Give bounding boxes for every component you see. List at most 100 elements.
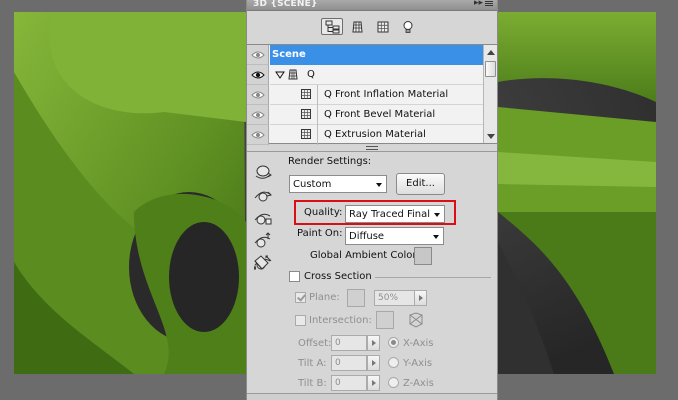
flip-cross-section-icon[interactable] [407, 311, 425, 329]
plane-checkbox[interactable] [295, 292, 306, 303]
pane-resize-handle[interactable] [247, 145, 497, 152]
tree-item-q[interactable]: Q [247, 65, 483, 85]
visibility-toggle[interactable] [247, 85, 269, 105]
plane-opacity-value: 50% [378, 293, 399, 303]
object-drag-tool-icon[interactable] [253, 208, 273, 226]
tree-scrollbar[interactable] [483, 45, 497, 143]
tilt-b-stepper[interactable] [367, 375, 380, 391]
offset-label: Offset: [298, 338, 332, 349]
material-row-box: Q Extrusion Material [317, 125, 483, 145]
expand-triangle-icon[interactable] [275, 71, 285, 79]
tree-item-label: Q [307, 69, 315, 80]
panel-title: 3D {SCENE} [253, 0, 318, 9]
tilt-b-field[interactable]: 0 [331, 375, 367, 391]
visibility-toggle[interactable] [247, 65, 269, 85]
offset-stepper[interactable] [367, 335, 380, 351]
tilt-a-stepper[interactable] [367, 355, 380, 371]
intersection-checkbox[interactable] [295, 315, 306, 326]
render-preset-dropdown[interactable]: Custom [289, 175, 387, 193]
eye-icon [251, 111, 265, 119]
paint-bucket-tool-icon[interactable] [251, 255, 271, 273]
x-axis-radio[interactable] [388, 337, 399, 348]
eye-icon [251, 71, 265, 79]
chevron-down-icon [434, 213, 440, 217]
tilt-a-field[interactable]: 0 [331, 355, 367, 371]
tilt-b-label: Tilt B: [298, 378, 327, 389]
z-axis-label: Z-Axis [403, 378, 434, 389]
material-icon [301, 109, 311, 119]
offset-value: 0 [335, 338, 341, 348]
y-axis-radio[interactable] [388, 357, 399, 368]
light-filter-button[interactable] [397, 18, 419, 35]
tree-item-material[interactable]: Q Front Bevel Material [247, 105, 483, 125]
plane-color-swatch[interactable] [347, 289, 365, 307]
panel-header: 3D {SCENE} ▸▸ [247, 0, 497, 11]
eye-icon [251, 91, 265, 99]
tree-row-content[interactable]: Q Front Inflation Material [270, 85, 483, 105]
object-roll-tool-icon[interactable] [253, 186, 273, 204]
tilt-b-value: 0 [335, 378, 341, 388]
offset-field[interactable]: 0 [331, 335, 367, 351]
eye-icon [251, 51, 265, 59]
panel-menu-icon [485, 0, 493, 6]
section-divider [375, 277, 491, 278]
scene-filter-icon [325, 20, 340, 34]
tree-item-label: Q Front Inflation Material [324, 89, 449, 100]
tree-item-material[interactable]: Q Front Inflation Material [247, 85, 483, 105]
plane-opacity-field[interactable]: 50% [374, 290, 415, 306]
paint-on-dropdown[interactable]: Diffuse [345, 227, 444, 245]
mesh-filter-button[interactable] [347, 18, 369, 35]
tree-item-scene[interactable]: Scene [247, 45, 483, 65]
scroll-up-arrow-icon[interactable] [487, 50, 495, 55]
tree-item-label: Q Extrusion Material [324, 129, 426, 140]
object-slide-tool-icon[interactable] [253, 231, 273, 249]
plane-label: Plane: [309, 292, 340, 303]
x-axis-label: X-Axis [403, 338, 434, 349]
panel-menu-button[interactable]: ▸▸ [474, 0, 493, 8]
chevron-down-icon [376, 183, 382, 187]
tree-row-content[interactable]: Scene [270, 45, 483, 65]
z-axis-radio[interactable] [388, 377, 399, 388]
visibility-toggle[interactable] [247, 45, 269, 65]
tilt-a-value: 0 [335, 358, 341, 368]
grip-icon [366, 146, 378, 150]
3d-scene-panel: 3D {SCENE} ▸▸ Scene Q Q Front Inflation … [246, 0, 498, 400]
cross-section-checkbox[interactable] [289, 271, 300, 282]
render-settings-heading: Render Settings: [288, 156, 372, 167]
material-filter-icon [377, 21, 389, 33]
tree-row-content[interactable]: Q Front Bevel Material [270, 105, 483, 125]
material-icon [301, 129, 311, 139]
mesh-filter-icon [352, 21, 363, 33]
paint-on-label: Paint On: [297, 228, 343, 239]
collapse-arrows-icon: ▸▸ [473, 0, 483, 8]
plane-opacity-stepper[interactable] [414, 290, 427, 306]
chevron-down-icon [433, 235, 439, 239]
global-ambient-color-label: Global Ambient Color: [310, 250, 420, 261]
object-rotate-tool-icon[interactable] [253, 163, 273, 181]
cross-section-label: Cross Section [304, 271, 372, 282]
intersection-color-swatch[interactable] [376, 311, 394, 329]
tree-row-content[interactable]: Q [270, 65, 483, 85]
scene-tree: Scene Q Q Front Inflation Material Q Fro… [247, 44, 497, 145]
quality-value: Ray Traced Final [349, 209, 431, 220]
visibility-toggle[interactable] [247, 105, 269, 125]
visibility-toggle[interactable] [247, 125, 269, 145]
material-row-box: Q Front Inflation Material [317, 85, 483, 105]
material-filter-button[interactable] [372, 18, 394, 35]
edit-render-settings-button[interactable]: Edit... [396, 173, 445, 195]
material-icon [301, 89, 311, 99]
render-preset-value: Custom [293, 179, 332, 190]
global-ambient-color-swatch[interactable] [414, 247, 432, 265]
material-row-box: Q Front Bevel Material [317, 105, 483, 125]
y-axis-label: Y-Axis [403, 358, 433, 369]
light-filter-icon [403, 21, 413, 33]
scroll-thumb[interactable] [485, 61, 496, 77]
tree-item-material[interactable]: Q Extrusion Material [247, 125, 483, 145]
scene-filter-button[interactable] [321, 18, 343, 35]
quality-dropdown[interactable]: Ray Traced Final [345, 205, 445, 223]
eye-icon [251, 131, 265, 139]
tree-item-label: Scene [272, 49, 306, 60]
intersection-label: Intersection: [309, 315, 372, 326]
scroll-down-arrow-icon[interactable] [487, 134, 495, 139]
tree-row-content[interactable]: Q Extrusion Material [270, 125, 483, 145]
